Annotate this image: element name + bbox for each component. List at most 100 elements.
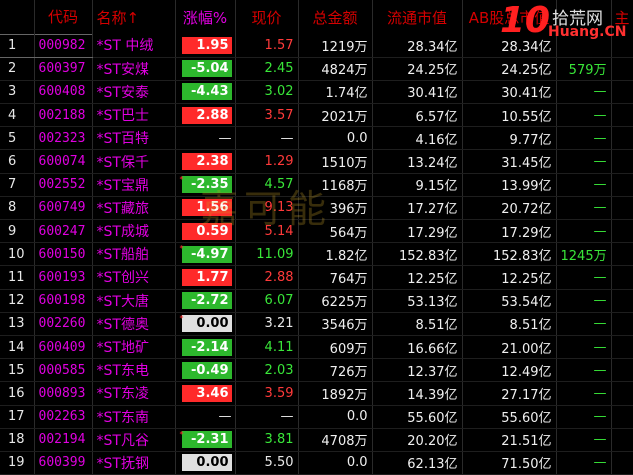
float-market-value: 13.24亿: [372, 149, 463, 174]
change-pct-value: —: [218, 130, 232, 146]
stock-code: 000982: [34, 33, 93, 58]
table-row[interactable]: 15 000585 *ST东电 -0.49 2.03 726万 12.37亿 12.49亿 —: [0, 358, 633, 383]
table-row[interactable]: 10 600150 *ST船舶 * -4.97 11.09 1.82亿 152.83亿 152.…: [0, 242, 633, 267]
change-pct-badge: 0.00: [181, 315, 232, 333]
extra-value: —: [556, 126, 612, 151]
stock-code: 002323: [34, 126, 93, 151]
current-price: 1.57: [235, 34, 299, 58]
extra-value: —: [556, 265, 612, 290]
float-market-value: 30.41亿: [372, 80, 463, 105]
table-row[interactable]: 4 002188 *ST巴士 2.88 3.57 2021万 6.57亿 10.55亿 —: [0, 103, 633, 128]
table-row[interactable]: 13 002260 *ST德奥 * 0.00 3.21 3546万 8.51亿 8.51亿 —: [0, 312, 633, 336]
row-index: 3: [0, 80, 35, 105]
table-row[interactable]: 6 600074 *ST保千 2.38 1.29 1510万 13.24亿 31.45亿 —: [0, 149, 633, 174]
ab-total-market-value: 53.54亿: [462, 289, 557, 313]
main-col: [611, 289, 633, 313]
total-amount: 726万: [298, 358, 373, 383]
table-row[interactable]: 11 600193 *ST创兴 1.77 2.88 764万 12.25亿 12.25亿 —: [0, 265, 633, 290]
main-col: [611, 57, 633, 81]
ab-total-market-value: 30.41亿: [462, 80, 557, 105]
current-price: 3.57: [235, 103, 299, 128]
extra-value: —: [556, 358, 612, 383]
extra-value: —: [556, 451, 612, 475]
change-pct-badge: -2.31: [181, 431, 232, 449]
ab-total-market-value: 12.25亿: [462, 265, 557, 290]
total-amount: 4708万: [298, 428, 373, 452]
extra-value: 579万: [556, 57, 612, 81]
total-amount: 0.0: [298, 126, 373, 151]
stock-name: *ST 中绒: [92, 34, 176, 58]
extra-value: —: [556, 196, 612, 221]
change-pct-badge: 0.00: [181, 454, 232, 472]
ab-total-market-value: 31.45亿: [462, 149, 557, 174]
stock-code: 600193: [34, 265, 93, 290]
table-row[interactable]: 3 600408 *ST安泰 -4.43 3.02 1.74亿 30.41亿 30.41亿 —: [0, 80, 633, 105]
float-market-value: 28.34亿: [372, 34, 463, 58]
extra-value: —: [556, 428, 612, 452]
table-row[interactable]: 14 600409 *ST地矿 -2.14 4.11 609万 16.66亿 21.00亿 —: [0, 335, 633, 360]
table-row[interactable]: 16 000893 *ST东凌 3.46 3.59 1892万 14.39亿 27.17亿 —: [0, 381, 633, 406]
change-pct-badge: -4.43: [181, 83, 232, 101]
total-amount: 1.82亿: [298, 242, 373, 267]
current-price: 2.88: [235, 265, 299, 290]
change-pct-cell: * -4.97: [175, 242, 236, 267]
main-col: [611, 265, 633, 290]
ab-total-market-value: 13.99亿: [462, 173, 557, 197]
change-pct-cell: -5.04: [175, 57, 236, 81]
extra-value: —: [556, 80, 612, 105]
float-market-value: 20.20亿: [372, 428, 463, 452]
current-price: —: [235, 126, 299, 151]
table-row[interactable]: 19 600399 *ST抚钢 0.00 5.50 0.0 62.13亿 71.50亿 —: [0, 451, 633, 475]
header-name[interactable]: 名称↑: [92, 0, 176, 34]
float-market-value: 55.60亿: [372, 405, 463, 429]
change-pct-badge: 3.46: [181, 384, 232, 402]
table-row[interactable]: 17 002263 *ST东南 — —0.0 55.60亿 55.60亿 —: [0, 405, 633, 429]
total-amount: 1892万: [298, 381, 373, 406]
stock-name: *ST百特: [92, 126, 176, 151]
current-price: 4.11: [235, 335, 299, 360]
total-amount: 0.0: [298, 405, 373, 429]
total-amount: 2021万: [298, 103, 373, 128]
float-market-value: 24.25亿: [372, 57, 463, 81]
header-price[interactable]: 现价: [235, 0, 299, 34]
change-pct-badge: -4.97: [181, 245, 232, 263]
header-float-mv[interactable]: 流通市值: [372, 0, 463, 34]
table-row[interactable]: 18 002194 *ST凡谷 * -2.31 3.81 4708万 20.20亿 21.51亿…: [0, 428, 633, 452]
table-row[interactable]: 12 600198 *ST大唐 -2.72 6.07 6225万 53.13亿 53.54亿 —: [0, 289, 633, 313]
stock-name: *ST东电: [92, 358, 176, 383]
total-amount: 1219万: [298, 34, 373, 58]
float-market-value: 4.16亿: [372, 126, 463, 151]
main-col: [611, 451, 633, 475]
stock-code: 002260: [34, 312, 93, 336]
main-col: [611, 358, 633, 383]
main-col: [611, 149, 633, 174]
flag-icon: *: [179, 429, 184, 439]
flag-icon: *: [179, 244, 184, 254]
header-amount[interactable]: 总金额: [298, 0, 373, 34]
header-change-pct[interactable]: 涨幅%: [175, 0, 236, 34]
table-row[interactable]: 5 002323 *ST百特 — —0.0 4.16亿 9.77亿 —: [0, 126, 633, 151]
change-pct-badge: 1.77: [181, 268, 232, 286]
ab-total-market-value: 12.49亿: [462, 358, 557, 383]
ab-total-market-value: 24.25亿: [462, 57, 557, 81]
extra-value: —: [556, 381, 612, 406]
current-price: 5.50: [235, 451, 299, 475]
header-code[interactable]: 代码: [34, 0, 93, 34]
header-index[interactable]: [0, 0, 35, 34]
extra-value: —: [556, 219, 612, 244]
row-index: 6: [0, 149, 35, 174]
stock-name: *ST创兴: [92, 265, 176, 290]
stock-code: 600074: [34, 149, 93, 174]
main-col: [611, 126, 633, 151]
stock-code: 002194: [34, 428, 93, 452]
float-market-value: 53.13亿: [372, 289, 463, 313]
change-pct-cell: * 0.00: [175, 312, 236, 336]
row-index: 18: [0, 428, 35, 452]
table-row[interactable]: 2 600397 *ST安煤 -5.04 2.45 4824万 24.25亿 24.25亿 57…: [0, 57, 633, 81]
change-pct-cell: 1.77: [175, 265, 236, 290]
logo-number: 10: [500, 0, 551, 41]
row-index: 5: [0, 126, 35, 151]
stock-name: *ST藏旅: [92, 196, 176, 221]
stock-code: 600399: [34, 451, 93, 475]
float-market-value: 16.66亿: [372, 335, 463, 360]
